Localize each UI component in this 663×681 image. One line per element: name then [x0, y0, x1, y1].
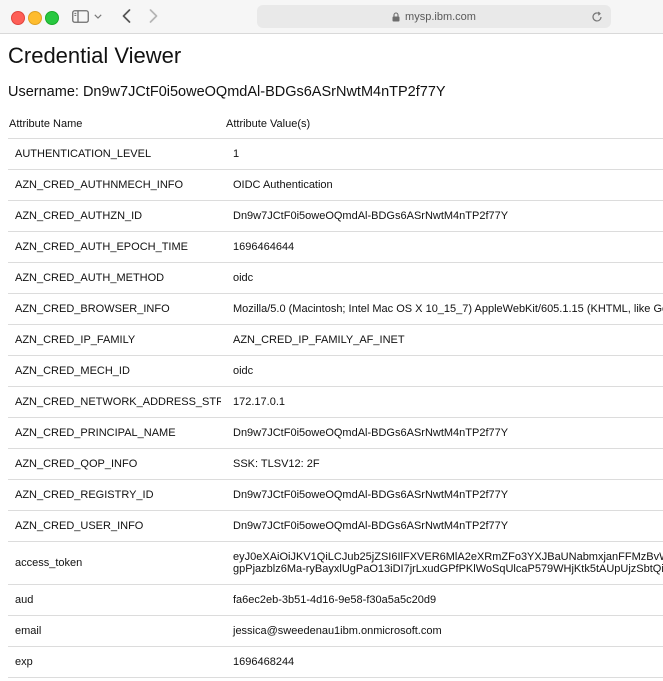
- table-row: aud fa6ec2eb-3b51-4d16-9e58-f30a5a5c20d9: [8, 584, 663, 616]
- table-body: AUTHENTICATION_LEVEL 1 AZN_CRED_AUTHNMECH_…: [8, 138, 663, 678]
- attribute-value-cell: 1696468244: [221, 646, 663, 678]
- table-row: AUTHENTICATION_LEVEL 1: [8, 138, 663, 170]
- forward-arrow-icon: [149, 9, 157, 23]
- attribute-value-cell: SSK: TLSV12: 2F: [221, 448, 663, 480]
- attribute-name-cell: access_token: [8, 541, 221, 585]
- attribute-value-cell: eyJ0eXAiOiJKV1QiLCJub25jZSI6IlFXVER6MlA2…: [221, 541, 663, 585]
- username-label: Username:: [8, 84, 79, 100]
- column-header-attribute-values: Attribute Value(s): [226, 118, 311, 130]
- table-row: access_token eyJ0eXAiOiJKV1QiLCJub25jZSI6…: [8, 541, 663, 585]
- attribute-name-cell: AZN_CRED_IP_FAMILY: [8, 324, 221, 356]
- attribute-name-cell: AZN_CRED_MECH_ID: [8, 355, 221, 387]
- sidebar-icon: [71, 9, 89, 23]
- table-row: email jessica@sweedenau1ibm.onmicrosoft.c…: [8, 615, 663, 647]
- table-row: AZN_CRED_AUTHZN_ID Dn9w7JCtF0i5oweOQmdAl-…: [8, 200, 663, 232]
- reload-icon[interactable]: [590, 10, 603, 23]
- back-arrow-icon: [122, 9, 130, 23]
- attribute-value-cell: AZN_CRED_IP_FAMILY_AF_INET: [221, 324, 663, 356]
- table-row: AZN_CRED_REGISTRY_ID Dn9w7JCtF0i5oweOQmdA…: [8, 479, 663, 511]
- username-line: Username: Dn9w7JCtF0i5oweOQmdAl-BDGs6ASr…: [8, 84, 446, 100]
- attribute-name-cell: exp: [8, 646, 221, 678]
- attribute-value-line: eyJ0eXAiOiJKV1QiLCJub25jZSI6IlFXVER6MlA2…: [233, 551, 663, 563]
- attribute-name-cell: AZN_CRED_BROWSER_INFO: [8, 293, 221, 325]
- username-value: Dn9w7JCtF0i5oweOQmdAl-BDGs6ASrNwtM4nTP2f…: [82, 84, 446, 100]
- table-row: AZN_CRED_MECH_ID oidc: [8, 355, 663, 387]
- attribute-value-cell: Dn9w7JCtF0i5oweOQmdAl-BDGs6ASrNwtM4nTP2f…: [221, 510, 663, 542]
- attribute-value-cell: OIDC Authentication: [221, 169, 663, 201]
- attribute-name-cell: AZN_CRED_REGISTRY_ID: [8, 479, 221, 511]
- attribute-value-cell: Dn9w7JCtF0i5oweOQmdAl-BDGs6ASrNwtM4nTP2f…: [221, 417, 663, 449]
- tab-group-menu-button[interactable]: [93, 6, 103, 26]
- minimize-window-button[interactable]: [28, 11, 42, 25]
- attribute-value-cell: Mozilla/5.0 (Macintosh; Intel Mac OS X 1…: [221, 293, 663, 325]
- attribute-name-cell: AZN_CRED_AUTH_EPOCH_TIME: [8, 231, 221, 263]
- attribute-value-cell: oidc: [221, 355, 663, 387]
- attribute-name-cell: AUTHENTICATION_LEVEL: [8, 138, 221, 170]
- credential-attributes-table: Attribute Name Attribute Value(s) AUTHEN…: [8, 110, 663, 678]
- table-row: AZN_CRED_BROWSER_INFO Mozilla/5.0 (Macint…: [8, 293, 663, 325]
- table-header-row: Attribute Name Attribute Value(s): [8, 110, 663, 139]
- close-window-button[interactable]: [11, 11, 25, 25]
- page-title: Credential Viewer: [8, 43, 182, 68]
- zoom-window-button[interactable]: [45, 11, 59, 25]
- attribute-value-cell: 1696464644: [221, 231, 663, 263]
- table-row: AZN_CRED_USER_INFO Dn9w7JCtF0i5oweOQmdAl-…: [8, 510, 663, 542]
- attribute-name-cell: AZN_CRED_NETWORK_ADDRESS_STR: [8, 386, 221, 418]
- attribute-value-cell: 1: [221, 138, 663, 170]
- attribute-name-cell: AZN_CRED_AUTHNMECH_INFO: [8, 169, 221, 201]
- attribute-value-cell: jessica@sweedenau1ibm.onmicrosoft.com: [221, 615, 663, 647]
- attribute-name-cell: AZN_CRED_AUTH_METHOD: [8, 262, 221, 294]
- table-row: AZN_CRED_AUTH_EPOCH_TIME 1696464644: [8, 231, 663, 263]
- chevron-down-icon: [94, 13, 102, 19]
- table-row: AZN_CRED_IP_FAMILY AZN_CRED_IP_FAMILY_AF_…: [8, 324, 663, 356]
- table-row: exp 1696468244: [8, 646, 663, 678]
- attribute-value-line: gpPjazblz6Ma-ryBayxlUgPaO13iDI7jrLxudGPf…: [233, 563, 663, 575]
- lock-icon: [392, 11, 400, 22]
- table-row: AZN_CRED_PRINCIPAL_NAME Dn9w7JCtF0i5oweOQ…: [8, 417, 663, 449]
- attribute-name-cell: email: [8, 615, 221, 647]
- address-bar[interactable]: mysp.ibm.com: [257, 5, 611, 28]
- browser-toolbar: mysp.ibm.com: [0, 0, 663, 34]
- back-button[interactable]: [118, 6, 134, 26]
- column-header-attribute-name: Attribute Name: [9, 118, 83, 130]
- url-text: mysp.ibm.com: [405, 10, 476, 23]
- attribute-value-cell: oidc: [221, 262, 663, 294]
- sidebar-toggle-button[interactable]: [70, 6, 90, 26]
- attribute-name-cell: AZN_CRED_PRINCIPAL_NAME: [8, 417, 221, 449]
- attribute-value-cell: Dn9w7JCtF0i5oweOQmdAl-BDGs6ASrNwtM4nTP2f…: [221, 479, 663, 511]
- forward-button[interactable]: [145, 6, 161, 26]
- attribute-value-cell: 172.17.0.1: [221, 386, 663, 418]
- attribute-name-cell: aud: [8, 584, 221, 616]
- table-row: AZN_CRED_AUTHNMECH_INFO OIDC Authenticati…: [8, 169, 663, 201]
- table-row: AZN_CRED_QOP_INFO SSK: TLSV12: 2F: [8, 448, 663, 480]
- attribute-name-cell: AZN_CRED_AUTHZN_ID: [8, 200, 221, 232]
- attribute-value-cell: Dn9w7JCtF0i5oweOQmdAl-BDGs6ASrNwtM4nTP2f…: [221, 200, 663, 232]
- attribute-name-cell: AZN_CRED_USER_INFO: [8, 510, 221, 542]
- attribute-value-cell: fa6ec2eb-3b51-4d16-9e58-f30a5a5c20d9: [221, 584, 663, 616]
- attribute-name-cell: AZN_CRED_QOP_INFO: [8, 448, 221, 480]
- table-row: AZN_CRED_NETWORK_ADDRESS_STR 172.17.0.1: [8, 386, 663, 418]
- table-row: AZN_CRED_AUTH_METHOD oidc: [8, 262, 663, 294]
